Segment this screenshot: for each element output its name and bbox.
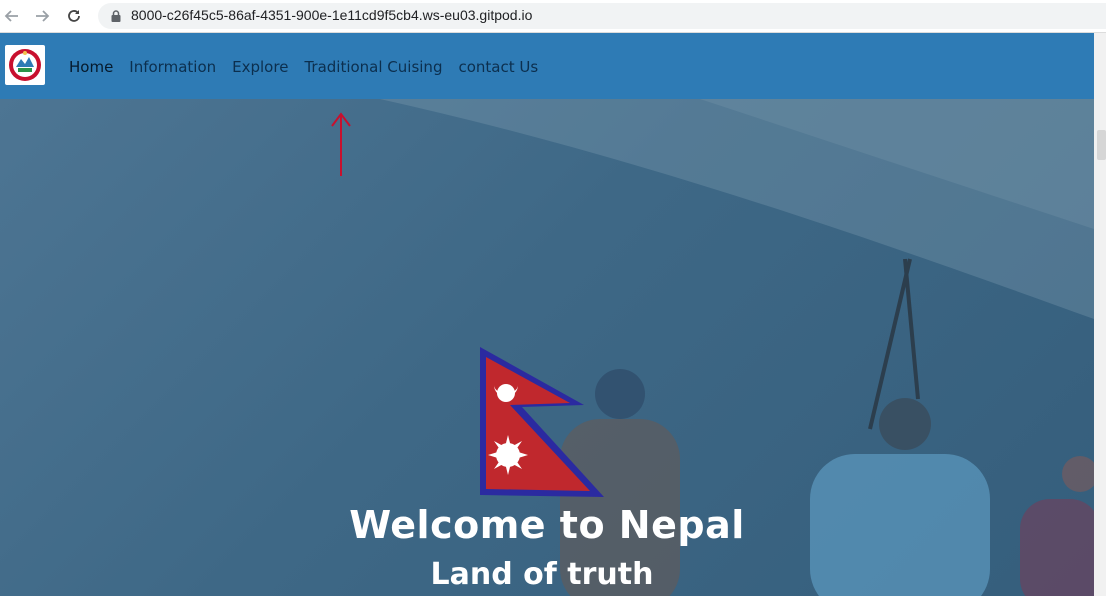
nav-link-home[interactable]: Home [69, 58, 113, 76]
red-up-arrow-icon [331, 112, 351, 176]
nav-link-traditional-cuisine[interactable]: Traditional Cuising [304, 58, 442, 76]
nav-link-information[interactable]: Information [129, 58, 216, 76]
browser-toolbar: 8000-c26f45c5-86af-4351-900e-1e11cd9f5cb… [0, 0, 1106, 33]
nav-link-explore[interactable]: Explore [232, 58, 288, 76]
url-text: 8000-c26f45c5-86af-4351-900e-1e11cd9f5cb… [131, 7, 533, 23]
address-bar[interactable]: 8000-c26f45c5-86af-4351-900e-1e11cd9f5cb… [98, 3, 1106, 29]
nepal-flag-icon [480, 347, 604, 497]
site-logo[interactable] [5, 45, 45, 85]
scrollbar-thumb[interactable] [1097, 130, 1106, 160]
nav-link-contact[interactable]: contact Us [458, 58, 538, 76]
back-arrow-icon [4, 10, 18, 22]
nepal-emblem-icon [9, 49, 41, 81]
forward-arrow-icon [36, 10, 50, 22]
hero-section: Welcome to Nepal Land of truth [0, 99, 1094, 596]
page-scrollbar[interactable] [1094, 33, 1106, 596]
hero-subtitle: Land of truth [430, 557, 654, 592]
lock-icon [111, 10, 121, 22]
reload-icon [68, 10, 80, 22]
hero-title: Welcome to Nepal [349, 503, 745, 547]
reload-button[interactable] [64, 6, 84, 26]
site-navbar: Home Information Explore Traditional Cui… [0, 33, 1094, 99]
main-menu: Home Information Explore Traditional Cui… [69, 58, 554, 76]
forward-button[interactable] [32, 6, 52, 26]
back-button[interactable] [2, 6, 22, 26]
